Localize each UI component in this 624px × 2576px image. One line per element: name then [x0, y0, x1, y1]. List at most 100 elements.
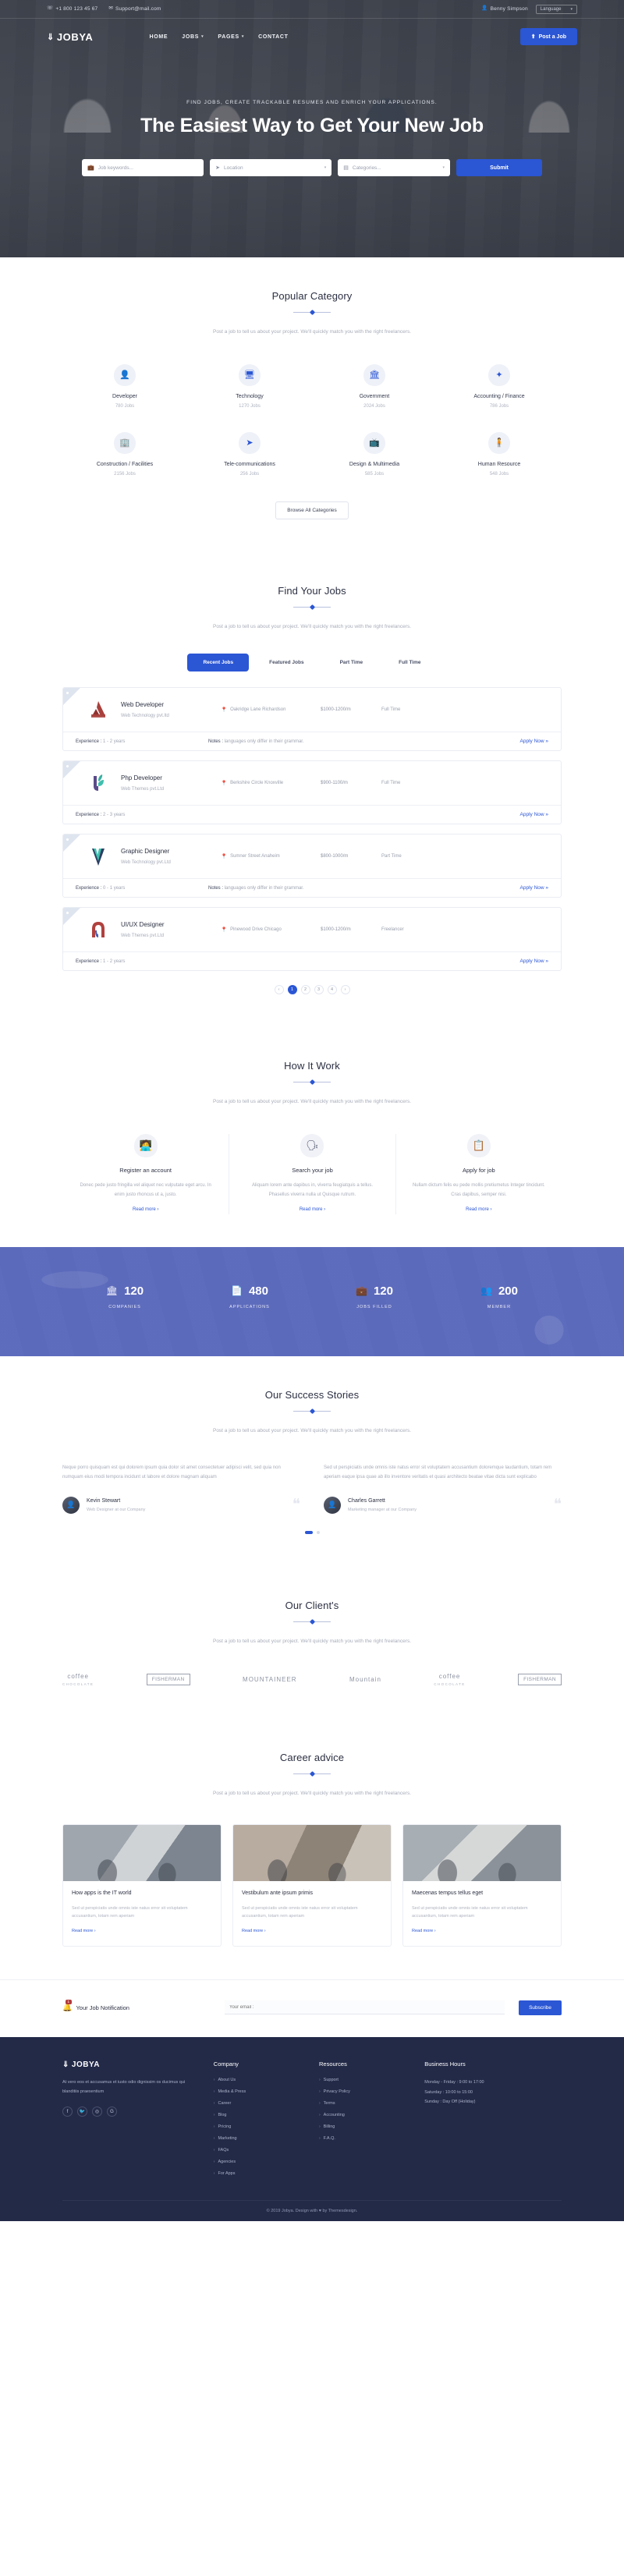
keyword-field[interactable]: 💼 Job keywords...: [82, 159, 204, 176]
title-separator: [293, 309, 331, 317]
how-step-title: Search your job: [292, 1166, 333, 1174]
blog-card[interactable]: How apps is the IT world Sed ut perspici…: [62, 1824, 222, 1947]
category-card[interactable]: 🖥 Technology 1270 Jobs: [187, 363, 312, 409]
site-logo[interactable]: ⇓ JOBYA: [47, 31, 93, 43]
bookmark-flag-icon[interactable]: [63, 908, 80, 926]
pagination-page-3[interactable]: 3: [314, 985, 324, 995]
footer-link-billing[interactable]: › Billing: [319, 2124, 410, 2129]
counter-label: JOBS FILLED: [356, 1304, 392, 1309]
language-select[interactable]: Language ▾: [535, 4, 577, 14]
newsletter-email-input[interactable]: [225, 2000, 505, 2015]
category-card[interactable]: 🏢 Construction / Facilities 2156 Jobs: [62, 431, 187, 477]
category-card[interactable]: 👤 Developer 780 Jobs: [62, 363, 187, 409]
blog-card[interactable]: Vestibulum ante ipsum primis Sed ut pers…: [232, 1824, 392, 1947]
category-field[interactable]: ▤ Categories... ▾: [338, 159, 451, 176]
category-card[interactable]: 🏛 Government 2024 Jobs: [312, 363, 437, 409]
footer-link-label: Privacy Policy: [323, 2089, 350, 2094]
title-separator: [293, 1408, 331, 1416]
category-name: Design & Multimedia: [349, 461, 400, 467]
footer-link-accounting[interactable]: › Accounting: [319, 2113, 410, 2117]
nav-item-contact[interactable]: CONTACT: [258, 34, 289, 40]
pagination-page-4[interactable]: 4: [327, 985, 337, 995]
testimonial-role: Marketing manager at our Company: [348, 1507, 417, 1512]
bookmark-flag-icon[interactable]: [63, 761, 80, 779]
nav-item-pages[interactable]: PAGES ▾: [218, 34, 244, 40]
testimonial-card: Neque porro quisquam est qui dolorem ips…: [62, 1463, 300, 1514]
footer-logo[interactable]: ⇓ JOBYA: [62, 2060, 200, 2069]
footer-link-faqs[interactable]: › FAQs: [214, 2148, 305, 2153]
google-icon[interactable]: G: [107, 2107, 117, 2117]
job-card[interactable]: Php Developer Web Themes pvt.Ltd 📍 Berks…: [62, 760, 562, 825]
footer-link-media-press[interactable]: › Media & Press: [214, 2089, 305, 2094]
browse-all-categories-button[interactable]: Browse All Categories: [275, 501, 349, 519]
footer-link-career[interactable]: › Career: [214, 2101, 305, 2106]
read-more-link[interactable]: Read more ›: [72, 1929, 96, 1933]
footer-link-terms[interactable]: › Terms: [319, 2101, 410, 2106]
apply-now-link[interactable]: Apply Now »: [520, 958, 549, 964]
pagination-page-2[interactable]: 2: [300, 985, 310, 995]
how-step-title: Register an account: [119, 1166, 172, 1174]
pagination-prev[interactable]: ‹: [274, 985, 284, 995]
job-card[interactable]: UI/UX Designer Web Themes pvt.Ltd 📍 Pine…: [62, 907, 562, 972]
section-title: Our Success Stories: [264, 1388, 360, 1401]
job-card[interactable]: Web Developer Web Technology pvt.ltd 📍 O…: [62, 687, 562, 752]
footer-link-blog[interactable]: › Blog: [214, 2113, 305, 2117]
read-more-link[interactable]: Read more ›: [466, 1207, 491, 1212]
footer-link-marketing[interactable]: › Marketing: [214, 2136, 305, 2141]
footer-link-faq[interactable]: › F.A.Q.: [319, 2136, 410, 2141]
search-submit-button[interactable]: Submit: [456, 159, 543, 176]
nav-item-jobs[interactable]: JOBS ▾: [182, 34, 204, 40]
category-card[interactable]: ➤ Tele-communications 256 Jobs: [187, 431, 312, 477]
tab-featured-jobs[interactable]: Featured Jobs: [254, 654, 319, 671]
bank-icon: 🏛: [363, 363, 385, 386]
pagination-page-1[interactable]: 1: [287, 985, 297, 995]
footer-link-label: Media & Press: [218, 2089, 246, 2094]
tab-full-time[interactable]: Full Time: [383, 654, 436, 671]
footer-link-for-apps[interactable]: › For Apps: [214, 2171, 305, 2176]
read-more-link[interactable]: Read more ›: [242, 1929, 266, 1933]
instagram-icon[interactable]: ◎: [92, 2107, 102, 2117]
footer-link-privacy-policy[interactable]: › Privacy Policy: [319, 2089, 410, 2094]
experience-value: 0 - 1 years: [103, 885, 126, 891]
job-card[interactable]: Graphic Designer Web Technology pvt.Ltd …: [62, 834, 562, 898]
nav-item-home[interactable]: HOME: [149, 34, 168, 40]
job-title: UI/UX Designer: [121, 921, 165, 929]
bookmark-flag-icon[interactable]: [63, 688, 80, 706]
user-account[interactable]: 👤 Benny Simpson: [481, 6, 527, 12]
twitter-icon[interactable]: 🐦: [77, 2107, 87, 2117]
counter-item: 🏛 120 COMPANIES: [62, 1284, 187, 1309]
language-label: Language: [540, 6, 562, 12]
category-count: 256 Jobs: [239, 471, 260, 477]
read-more-link[interactable]: Read more ›: [133, 1207, 158, 1212]
carousel-dot-1[interactable]: [304, 1530, 313, 1534]
footer-link-pricing[interactable]: › Pricing: [214, 2124, 305, 2129]
post-a-job-button[interactable]: ⬆ Post a Job: [519, 28, 577, 45]
title-separator: [293, 1079, 331, 1086]
company-logo: [87, 698, 110, 721]
carousel-dot-2[interactable]: [316, 1530, 320, 1534]
category-card[interactable]: 📺 Design & Multimedia 585 Jobs: [312, 431, 437, 477]
apply-now-link[interactable]: Apply Now »: [520, 812, 549, 817]
facebook-icon[interactable]: f: [62, 2107, 73, 2117]
footer-link-about-us[interactable]: › About Us: [214, 2078, 305, 2082]
footer-link-agencies[interactable]: › Agencies: [214, 2160, 305, 2164]
tab-recent-jobs[interactable]: Recent Jobs: [187, 654, 250, 672]
blog-excerpt: Sed ut perspiciatis unde omnis iste natu…: [242, 1905, 358, 1919]
read-more-link[interactable]: Read more ›: [412, 1929, 436, 1933]
tab-part-time[interactable]: Part Time: [324, 654, 379, 671]
nav-menu: HOME JOBS ▾ PAGES ▾ CONTACT: [149, 34, 288, 40]
bookmark-flag-icon[interactable]: [63, 834, 80, 852]
footer-link-support[interactable]: › Support: [319, 2078, 410, 2082]
read-more-label: Read more: [466, 1207, 489, 1212]
pagination-next[interactable]: ›: [340, 985, 350, 995]
blog-card[interactable]: Maecenas tempus tellus eget Sed ut persp…: [402, 1824, 562, 1947]
location-field[interactable]: ➤ Location ▾: [210, 159, 332, 176]
apply-now-link[interactable]: Apply Now »: [520, 739, 549, 744]
category-card[interactable]: ✦ Accounting / Finance 786 Jobs: [437, 363, 562, 409]
apply-now-link[interactable]: Apply Now »: [520, 885, 549, 891]
category-card[interactable]: 🧍 Human Resource 548 Jobs: [437, 431, 562, 477]
subscribe-button[interactable]: Subscribe: [519, 2000, 562, 2015]
counters-section: 🏛 120 COMPANIES 📄 480 APPLICATIONS 💼 120…: [0, 1246, 624, 1356]
how-it-work-grid: 🧑‍💻 Register an account Donec pede justo…: [62, 1133, 562, 1214]
read-more-link[interactable]: Read more ›: [300, 1207, 325, 1212]
